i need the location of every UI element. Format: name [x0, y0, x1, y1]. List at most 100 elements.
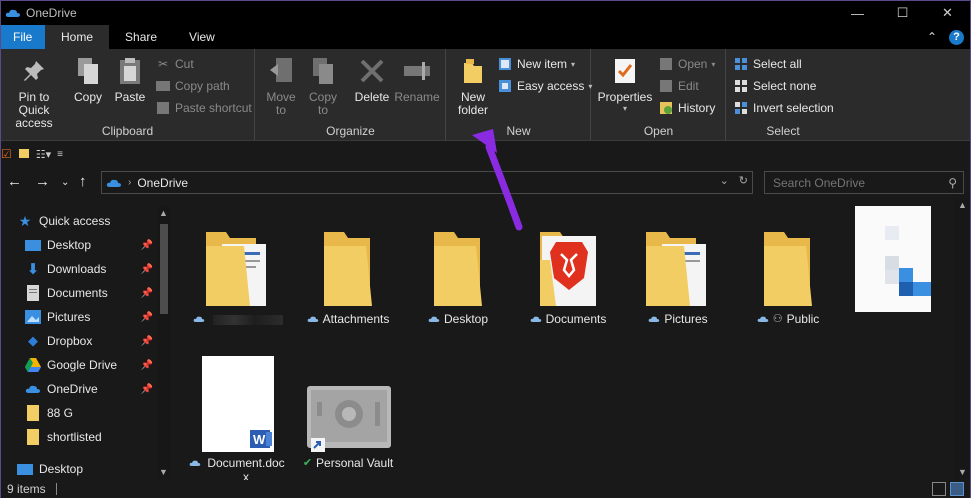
nav-item-desktop-root[interactable]: Desktop [17, 458, 157, 479]
edit-button[interactable]: Edit [658, 78, 699, 94]
rename-icon [401, 55, 433, 87]
scrollbar-thumb[interactable] [160, 224, 168, 314]
list-item[interactable] [843, 206, 943, 312]
nav-item-desktop[interactable]: Desktop 📌 [25, 234, 157, 256]
toolbar-dropdown-icon[interactable]: ≡ [57, 149, 63, 160]
folder-icon [740, 212, 836, 308]
select-all-button[interactable]: Select all [733, 56, 802, 72]
chevron-down-icon: ▾ [571, 59, 576, 69]
pin-to-quick-access-button[interactable]: Pin to Quick access [3, 55, 65, 130]
open-button[interactable]: Open ▾ [658, 56, 715, 72]
list-item[interactable] [183, 212, 293, 325]
tab-view[interactable]: View [173, 25, 231, 49]
word-document-thumbnail: W [190, 356, 286, 452]
new-folder-small-icon[interactable] [18, 147, 30, 162]
delete-button[interactable]: Delete [354, 55, 390, 104]
cloud-status-icon [428, 316, 440, 322]
invert-selection-button[interactable]: Invert selection [733, 100, 834, 116]
nav-item-88g[interactable]: 88 G [25, 402, 157, 424]
status-bar: 9 items [1, 480, 970, 498]
scroll-down-icon[interactable]: ▼ [958, 467, 967, 477]
up-arrow-icon[interactable]: ↑ [79, 173, 87, 190]
onedrive-icon [5, 9, 20, 17]
search-input[interactable] [773, 175, 943, 190]
chevron-down-icon: ▾ [622, 104, 627, 113]
list-item[interactable]: Pictures [623, 212, 733, 326]
select-group: Select all Select none Invert selection … [727, 49, 839, 141]
maximize-button[interactable]: ☐ [880, 1, 925, 25]
pictures-icon [25, 309, 41, 325]
properties-check-icon[interactable]: ☑ [1, 147, 12, 161]
search-box[interactable]: ⚲ [764, 171, 964, 194]
list-item[interactable]: ✔ Personal Vault [293, 356, 403, 470]
list-item[interactable]: Attachments [293, 212, 403, 326]
clipboard-group-label: Clipboard [101, 124, 154, 138]
ribbon-tabs: File Home Share View ⌃ ? [1, 25, 970, 49]
nav-item-google-drive[interactable]: Google Drive 📌 [25, 354, 157, 376]
rename-button[interactable]: Rename [394, 55, 440, 104]
new-folder-button[interactable]: New folder [451, 55, 495, 117]
select-none-button[interactable]: Select none [733, 78, 816, 94]
move-to-button[interactable]: Move to [264, 55, 298, 117]
help-icon[interactable]: ? [949, 29, 964, 45]
address-dropdown-icon[interactable]: ⌄ [720, 174, 729, 187]
list-item[interactable]: ⚇ Public [733, 212, 843, 326]
nav-pane-scrollbar[interactable]: ▲ ▼ [157, 206, 171, 479]
folder-icon [25, 405, 41, 421]
copy-to-icon [307, 55, 339, 87]
forward-arrow-icon[interactable]: → [35, 173, 50, 190]
pin-icon: 📌 [140, 335, 153, 347]
nav-item-onedrive[interactable]: OneDrive 📌 [25, 378, 157, 400]
scroll-down-icon[interactable]: ▼ [159, 467, 168, 477]
details-view-button[interactable] [932, 482, 946, 496]
list-item[interactable]: Documents [513, 212, 623, 326]
history-button[interactable]: History [658, 100, 715, 116]
scissors-icon: ✂ [157, 57, 169, 71]
minimize-button[interactable]: — [835, 1, 880, 25]
easy-access-button[interactable]: Easy access ▾ [497, 78, 592, 94]
status-divider [55, 483, 57, 495]
paste-shortcut-button[interactable]: Paste shortcut [155, 100, 252, 116]
nav-item-documents[interactable]: Documents 📌 [25, 282, 157, 304]
large-icons-view-button[interactable] [950, 482, 964, 496]
new-item-button[interactable]: New item ▾ [497, 56, 575, 72]
dropbox-icon: ◆ [28, 333, 38, 348]
nav-item-shortlisted[interactable]: shortlisted [25, 426, 157, 448]
scroll-up-icon[interactable]: ▲ [958, 200, 967, 210]
breadcrumb[interactable]: OneDrive [137, 176, 188, 190]
nav-item-downloads[interactable]: ⬇ Downloads 📌 [25, 258, 157, 280]
nav-item-pictures[interactable]: Pictures 📌 [25, 306, 157, 328]
tab-home[interactable]: Home [45, 25, 110, 49]
tab-file[interactable]: File [1, 25, 45, 49]
organize-group-label: Organize [326, 124, 375, 138]
cloud-status-icon [307, 316, 318, 322]
back-arrow-icon[interactable]: ← [7, 173, 22, 190]
list-item[interactable]: Desktop [403, 212, 513, 326]
toolbar-customize-icon[interactable]: ☷▾ [36, 148, 51, 161]
cut-button[interactable]: ✂ Cut [155, 56, 194, 72]
svg-text:W: W [253, 432, 266, 447]
list-item[interactable]: W Document.docx [183, 356, 293, 484]
properties-button[interactable]: Properties ▾ [598, 55, 652, 113]
scroll-up-icon[interactable]: ▲ [159, 208, 168, 218]
folder-brave-icon [520, 212, 616, 308]
item-label: Attachments [322, 312, 390, 326]
content-scrollbar[interactable]: ▲ ▼ [954, 198, 970, 479]
refresh-icon[interactable]: ↻ [739, 174, 748, 187]
delete-x-icon [356, 55, 388, 87]
collapse-ribbon-icon[interactable]: ⌃ [927, 30, 937, 44]
nav-item-dropbox[interactable]: ◆ Dropbox 📌 [25, 330, 157, 352]
address-bar[interactable]: › OneDrive ⌄ ↻ [101, 171, 753, 194]
copy-button[interactable]: Copy [71, 55, 105, 104]
paste-shortcut-icon [155, 100, 171, 116]
tab-share[interactable]: Share [109, 25, 173, 49]
copy-to-button[interactable]: Copy to [306, 55, 340, 117]
google-drive-icon [25, 357, 41, 373]
nav-item-quick-access[interactable]: ★ Quick access [17, 210, 171, 232]
copy-path-button[interactable]: Copy path [155, 78, 230, 94]
close-button[interactable]: ✕ [925, 1, 970, 25]
recent-locations-chevron-icon[interactable]: ⌄ [61, 177, 69, 188]
item-label: Pictures [664, 312, 708, 326]
paste-button[interactable]: Paste [113, 55, 147, 104]
easy-access-icon [497, 78, 513, 94]
